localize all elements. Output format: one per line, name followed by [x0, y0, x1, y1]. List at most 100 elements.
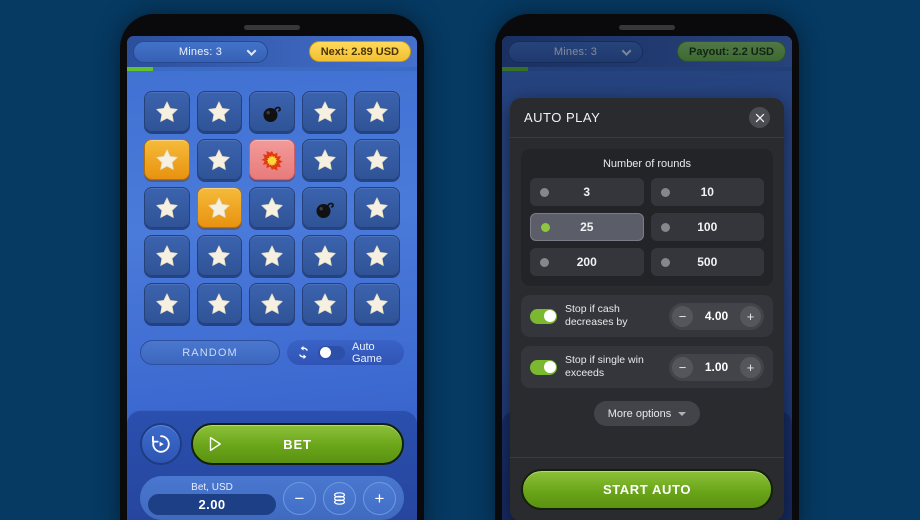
- star-icon: [366, 100, 388, 122]
- replay-button[interactable]: [140, 423, 182, 465]
- rounds-option-10[interactable]: 10: [650, 178, 764, 206]
- rounds-option-radio: [540, 187, 549, 197]
- round-progress-fill: [127, 67, 154, 71]
- explosion-icon: [261, 150, 283, 171]
- bet-button[interactable]: BET: [191, 423, 404, 465]
- bomb-icon: [263, 106, 281, 122]
- game-controls-row: RANDOM Auto Game: [127, 324, 417, 365]
- replay-icon: [152, 435, 170, 453]
- stake-label: Bet, USD: [191, 481, 233, 493]
- stop-condition-toggle[interactable]: [530, 308, 557, 324]
- grid-tile-r2-c1[interactable]: [144, 139, 190, 180]
- grid-tile-r5-c4[interactable]: [301, 283, 348, 324]
- grid-tile-r1-c2[interactable]: [196, 91, 243, 132]
- stop-condition-decrease[interactable]: −: [672, 356, 693, 378]
- caret-down-icon: [678, 411, 687, 416]
- star-icon: [156, 148, 178, 170]
- grid-tile-r2-c4[interactable]: [301, 139, 348, 180]
- stake-field[interactable]: Bet, USD 2.00: [148, 482, 276, 515]
- rounds-option-radio: [541, 222, 550, 232]
- rounds-option-25[interactable]: 25: [530, 213, 644, 241]
- grid-tile-r3-c5[interactable]: [354, 187, 400, 228]
- auto-game-label: Auto Game: [352, 340, 382, 365]
- rounds-option-100[interactable]: 100: [650, 213, 764, 241]
- phone-left: Mines: 3 Next: 2.89 USD RANDOM Auto Game…: [120, 14, 424, 520]
- star-icon: [156, 244, 178, 266]
- stop-condition-1: Stop if cash decreases by −4.00 +: [521, 295, 773, 337]
- stop-condition-2: Stop if single win exceeds −1.00 +: [521, 346, 773, 388]
- start-auto-button[interactable]: START AUTO: [521, 469, 773, 510]
- autoplay-body: Number of rounds 3 10 25 100 200 500 Stop if …: [510, 138, 784, 457]
- grid-tile-r4-c5[interactable]: [354, 235, 400, 276]
- star-icon: [261, 244, 283, 266]
- stop-condition-toggle[interactable]: [530, 359, 557, 375]
- rounds-title: Number of rounds: [602, 158, 692, 170]
- grid-tile-r2-c2[interactable]: [196, 139, 243, 180]
- autoplay-title: AUTO PLAY: [524, 110, 601, 125]
- mines-grid: [144, 91, 400, 324]
- rounds-option-3[interactable]: 3: [530, 178, 644, 206]
- game-screen-right: Mines: 3 Payout: 2.2 USD BET Bet, USD 2.…: [502, 36, 792, 520]
- stake-coins-button[interactable]: [323, 481, 356, 515]
- rounds-option-radio: [660, 222, 670, 232]
- rounds-option-200[interactable]: 200: [530, 248, 644, 276]
- auto-game-toggle[interactable]: [318, 345, 345, 360]
- coins-icon: [333, 491, 346, 505]
- grid-tile-r2-c3[interactable]: [249, 139, 295, 180]
- grid-tile-r1-c3[interactable]: [249, 91, 295, 132]
- grid-tile-r4-c4[interactable]: [301, 235, 348, 276]
- bomb-icon: [316, 202, 334, 218]
- grid-tile-r2-c5[interactable]: [354, 139, 400, 180]
- grid-tile-r5-c5[interactable]: [354, 283, 400, 324]
- grid-tile-r4-c2[interactable]: [196, 235, 243, 276]
- stop-condition-label: Stop if single win exceeds: [565, 354, 644, 379]
- star-icon: [366, 148, 388, 170]
- grid-tile-r3-c4[interactable]: [301, 187, 348, 228]
- stop-condition-stepper: −1.00 +: [669, 353, 764, 381]
- more-options-button[interactable]: More options: [593, 401, 701, 426]
- star-icon: [156, 100, 178, 122]
- stop-condition-increase[interactable]: +: [740, 305, 761, 327]
- stake-increase-button[interactable]: +: [363, 481, 396, 515]
- grid-tile-r4-c3[interactable]: [249, 235, 295, 276]
- stop-condition-toggle-knob: [543, 361, 556, 373]
- random-button[interactable]: RANDOM: [140, 340, 280, 365]
- stake-input[interactable]: 2.00: [148, 493, 276, 515]
- refresh-icon: [299, 345, 308, 360]
- auto-game-toggle-knob: [319, 347, 331, 358]
- star-icon: [156, 196, 178, 218]
- star-icon: [313, 148, 336, 170]
- mines-selector[interactable]: Mines: 3: [133, 40, 268, 63]
- star-icon: [208, 292, 231, 314]
- grid-tile-r3-c1[interactable]: [144, 187, 190, 228]
- grid-tile-r5-c1[interactable]: [144, 283, 190, 324]
- grid-tile-r3-c3[interactable]: [249, 187, 295, 228]
- grid-tile-r5-c3[interactable]: [249, 283, 295, 324]
- auto-game-control[interactable]: Auto Game: [287, 340, 404, 365]
- star-icon: [208, 100, 231, 122]
- grid-tile-r1-c1[interactable]: [144, 91, 190, 132]
- bet-panel: BET Bet, USD 2.00 − +: [127, 410, 417, 520]
- more-options-label: More options: [607, 407, 672, 420]
- phone-speaker-grill: [244, 25, 300, 30]
- rounds-option-500[interactable]: 500: [650, 248, 764, 276]
- stop-condition-decrease[interactable]: −: [672, 305, 693, 327]
- bet-button-label: BET: [283, 436, 312, 452]
- rounds-option-radio: [660, 187, 670, 197]
- grid-tile-r4-c1[interactable]: [144, 235, 190, 276]
- next-payout-badge: Next: 2.89 USD: [308, 41, 411, 62]
- grid-tile-r3-c2[interactable]: [196, 187, 243, 228]
- stop-condition-increase[interactable]: +: [740, 356, 761, 378]
- autoplay-close-button[interactable]: [749, 107, 770, 128]
- star-icon: [261, 292, 283, 314]
- mines-label: Mines: 3: [178, 45, 223, 58]
- random-button-label: RANDOM: [182, 346, 238, 359]
- grid-tile-r1-c5[interactable]: [354, 91, 400, 132]
- grid-tile-r5-c2[interactable]: [196, 283, 243, 324]
- stake-decrease-button[interactable]: −: [283, 481, 316, 515]
- next-payout-label: Next: 2.89 USD: [320, 45, 399, 58]
- star-icon: [208, 196, 231, 218]
- star-icon: [313, 292, 336, 314]
- stop-conditions-list: Stop if cash decreases by −4.00 + Stop if s…: [521, 295, 773, 388]
- grid-tile-r1-c4[interactable]: [301, 91, 348, 132]
